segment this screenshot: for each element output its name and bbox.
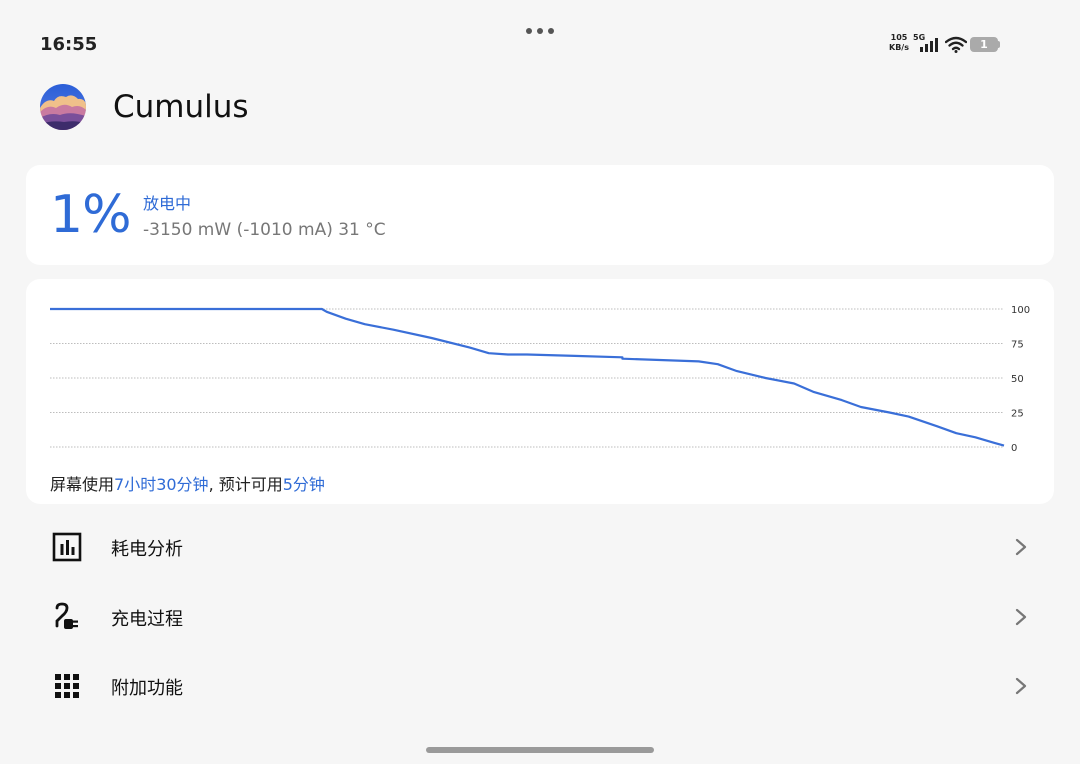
battery-level-line xyxy=(50,307,1005,447)
network-speed-unit: KB/s xyxy=(889,43,909,52)
app-title: Cumulus xyxy=(113,89,249,125)
usage-prefix: 屏幕使用 xyxy=(50,475,115,494)
battery-icon: 1 xyxy=(970,37,1000,52)
battery-detail: -3150 mW (-1010 mA) 31 °C xyxy=(143,220,386,240)
menu-label: 附加功能 xyxy=(111,678,183,699)
battery-history-card[interactable]: 0 25 50 75 100 屏幕使用7小时30分钟, 预计可用5分钟 xyxy=(26,279,1054,504)
remaining-time: 5分钟 xyxy=(282,475,325,494)
grid-icon xyxy=(55,674,79,698)
network-speed: 105 KB/s xyxy=(889,33,909,53)
more-options-icon[interactable] xyxy=(526,28,554,34)
wifi-icon xyxy=(945,36,967,53)
battery-state: 放电中 xyxy=(143,194,192,213)
clock: 16:55 xyxy=(40,34,98,55)
charging-plug-icon xyxy=(55,602,78,629)
network-speed-value: 105 xyxy=(890,33,908,42)
bar-chart-icon xyxy=(52,532,82,562)
chevron-right-icon xyxy=(1015,538,1027,556)
y-tick-label: 25 xyxy=(1011,409,1024,420)
cumulus-logo-icon xyxy=(40,84,86,130)
screen-time: 7小时30分钟 xyxy=(114,475,209,494)
usage-separator: , 预计可用 xyxy=(208,475,283,494)
y-tick-label: 75 xyxy=(1011,340,1024,351)
y-tick-label: 50 xyxy=(1011,374,1024,385)
menu-item-charging-process[interactable]: 充电过程 xyxy=(26,585,1054,651)
chevron-right-icon xyxy=(1015,608,1027,626)
app-header: Cumulus xyxy=(40,84,249,130)
status-bar: 16:55 105 KB/s 5G 1 xyxy=(0,0,1080,70)
battery-percent: 1% xyxy=(50,185,131,245)
home-indicator[interactable] xyxy=(426,747,654,753)
menu-label: 耗电分析 xyxy=(111,539,183,560)
cell-signal-icon xyxy=(920,38,938,52)
menu-item-extra-features[interactable]: 附加功能 xyxy=(26,654,1054,720)
menu-label: 充电过程 xyxy=(111,609,183,630)
menu-item-power-analysis[interactable]: 耗电分析 xyxy=(26,515,1054,581)
chevron-right-icon xyxy=(1015,677,1027,695)
usage-summary: 屏幕使用7小时30分钟, 预计可用5分钟 xyxy=(50,471,325,495)
y-tick-label: 100 xyxy=(1011,305,1030,316)
battery-level: 1 xyxy=(980,38,988,51)
y-tick-label: 0 xyxy=(1011,443,1017,454)
battery-status-card[interactable]: 1% 放电中 -3150 mW (-1010 mA) 31 °C xyxy=(26,165,1054,265)
